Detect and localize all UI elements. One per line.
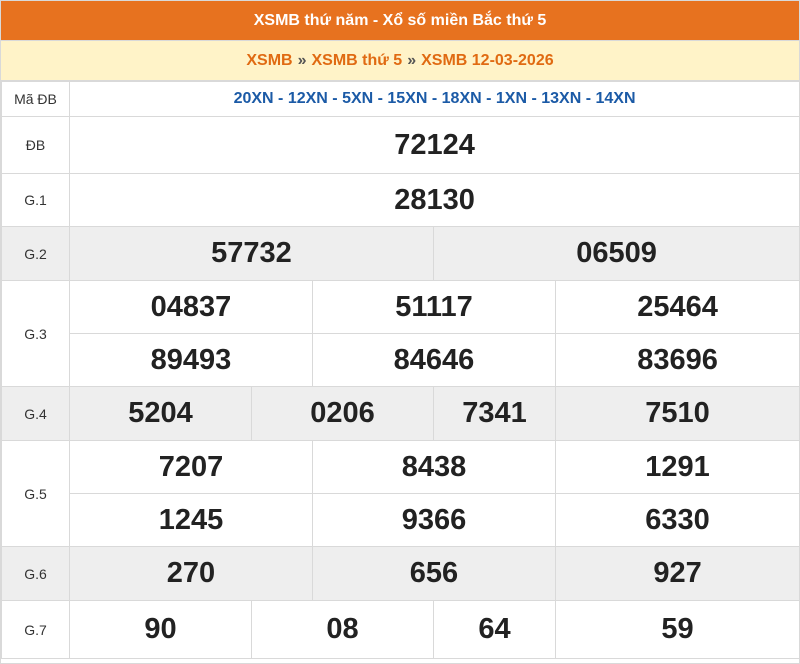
breadcrumb-separator: » xyxy=(297,51,307,69)
row-g7: G.7 90 08 64 59 xyxy=(1,600,800,659)
prize-g3-5: 84646 xyxy=(312,333,556,387)
prize-g7-4: 59 xyxy=(554,600,800,659)
label-g3: G.3 xyxy=(1,280,70,387)
prize-g5-5: 9366 xyxy=(312,493,556,547)
results-container: XSMB thứ năm - Xổ số miền Bắc thứ 5 XSMB… xyxy=(0,0,800,664)
prize-g5-1: 7207 xyxy=(69,440,313,494)
label-g1: G.1 xyxy=(1,173,70,227)
prize-g5-3: 1291 xyxy=(554,440,800,494)
prize-g3-3: 25464 xyxy=(554,280,800,334)
label-g5: G.5 xyxy=(1,440,70,547)
page-title: XSMB thứ năm - Xổ số miền Bắc thứ 5 xyxy=(1,1,799,41)
row-g1: G.1 28130 xyxy=(1,173,800,227)
label-ma-db: Mã ĐB xyxy=(1,81,70,117)
row-g3-a: G.3 04837 51117 25464 xyxy=(1,280,800,387)
prize-g5-2: 8438 xyxy=(312,440,556,494)
breadcrumb-separator: » xyxy=(407,51,417,69)
prize-g6-3: 927 xyxy=(554,546,800,601)
row-ma-db: Mã ĐB 20XN - 12XN - 5XN - 15XN - 18XN - … xyxy=(1,81,800,117)
prize-g5-4: 1245 xyxy=(69,493,313,547)
label-g6: G.6 xyxy=(1,546,70,601)
prize-g3-6: 83696 xyxy=(554,333,800,387)
prize-g7-1: 90 xyxy=(69,600,252,659)
row-g5-a: G.5 7207 8438 1291 xyxy=(1,440,800,547)
row-g6: G.6 270 656 927 xyxy=(1,546,800,601)
prize-g4-3: 7341 xyxy=(433,386,556,441)
prize-db: 72124 xyxy=(68,116,800,174)
prize-g2-1: 57732 xyxy=(69,226,434,281)
prize-g4-4: 7510 xyxy=(554,386,800,441)
row-db: ĐB 72124 xyxy=(1,116,800,174)
prize-g6-1: 270 xyxy=(69,546,313,601)
breadcrumb: XSMB » XSMB thứ 5 » XSMB 12-03-2026 xyxy=(1,41,799,81)
row-g2: G.2 57732 06509 xyxy=(1,226,800,281)
prize-g3-1: 04837 xyxy=(69,280,313,334)
prize-g1: 28130 xyxy=(68,173,800,227)
prize-g2-2: 06509 xyxy=(432,226,800,281)
prize-g3-2: 51117 xyxy=(312,280,556,334)
results-table: Mã ĐB 20XN - 12XN - 5XN - 15XN - 18XN - … xyxy=(1,81,800,659)
label-g7: G.7 xyxy=(1,600,70,659)
row-g3-b: 89493 84646 83696 xyxy=(2,333,800,387)
prize-g4-2: 0206 xyxy=(251,386,434,441)
prize-g6-2: 656 xyxy=(312,546,556,601)
prize-g4-1: 5204 xyxy=(69,386,252,441)
label-db: ĐB xyxy=(1,116,70,174)
row-g5-b: 1245 9366 6330 xyxy=(2,493,800,547)
label-g2: G.2 xyxy=(1,226,70,281)
special-codes: 20XN - 12XN - 5XN - 15XN - 18XN - 1XN - … xyxy=(68,81,800,117)
breadcrumb-link-xsmb-thu5[interactable]: XSMB thứ 5 xyxy=(312,52,403,70)
breadcrumb-link-date[interactable]: XSMB 12-03-2026 xyxy=(421,52,554,70)
prize-g3-4: 89493 xyxy=(69,333,313,387)
prize-g7-3: 64 xyxy=(433,600,556,659)
label-g4: G.4 xyxy=(1,386,70,441)
prize-g7-2: 08 xyxy=(251,600,434,659)
breadcrumb-link-xsmb[interactable]: XSMB xyxy=(246,52,292,70)
row-g4: G.4 5204 0206 7341 7510 xyxy=(1,386,800,441)
prize-g5-6: 6330 xyxy=(554,493,800,547)
